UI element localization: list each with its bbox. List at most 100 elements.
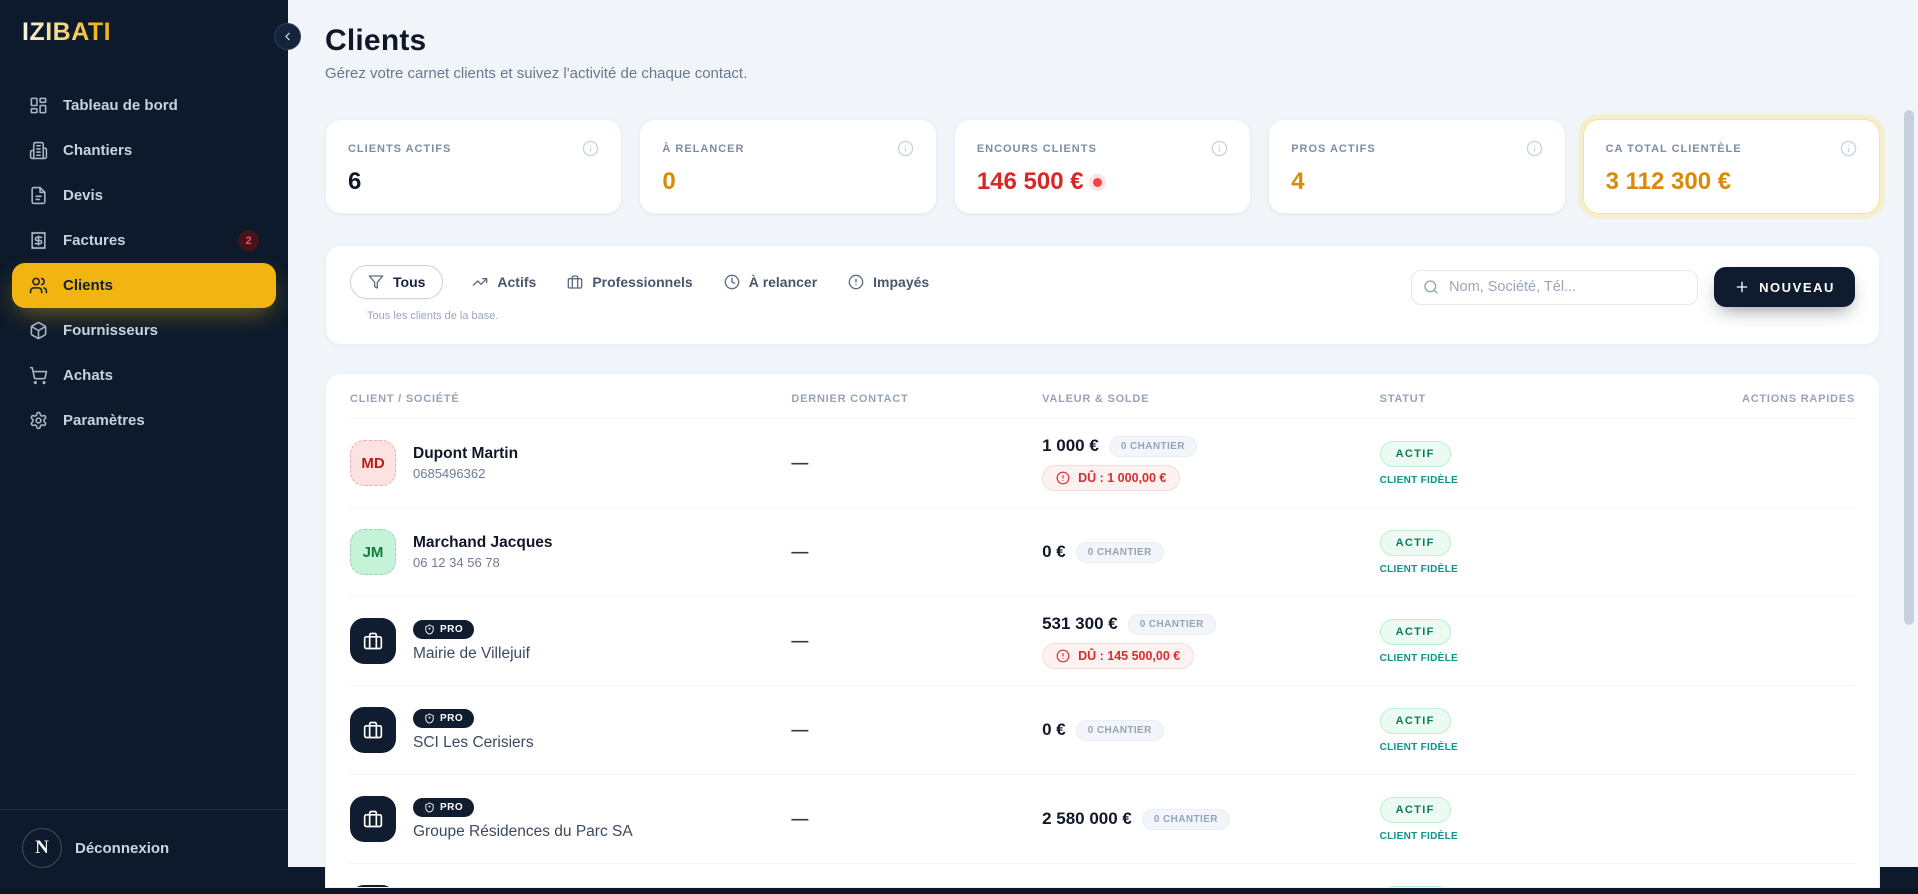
- search-input[interactable]: [1411, 270, 1698, 305]
- cart-icon: [29, 366, 48, 385]
- sidebar-item-label: Factures: [63, 232, 126, 249]
- client-cell: MD Dupont Martin 0685496362: [350, 440, 791, 486]
- sidebar-item-fournisseurs[interactable]: Fournisseurs: [12, 308, 276, 353]
- stat-value: 6: [348, 168, 599, 196]
- status-cell: ACTIF CLIENT FIDÈLE: [1380, 441, 1725, 486]
- last-contact-cell: —: [791, 542, 1042, 562]
- sidebar-item-label: Tableau de bord: [63, 97, 178, 114]
- status-cell: ACTIF CLIENT FIDÈLE: [1380, 797, 1725, 842]
- table-row[interactable]: ACTIF CLIENT FIDÈLE: [350, 863, 1855, 888]
- filter-tab-tous[interactable]: Tous: [350, 265, 443, 299]
- filter-tabs-block: Tous Actifs Professionnels À relancer Impayé…: [350, 265, 931, 322]
- client-name: Mairie de Villejuif: [413, 645, 530, 663]
- receipt-icon: [29, 231, 48, 250]
- client-cell: PRO Groupe Résidences du Parc SA: [350, 796, 791, 842]
- scrollbar-thumb[interactable]: [1904, 110, 1914, 625]
- sidebar-item-chantiers[interactable]: Chantiers: [12, 128, 276, 173]
- new-client-button[interactable]: NOUVEAU: [1714, 267, 1855, 307]
- filter-tab-label: À relancer: [749, 274, 817, 290]
- filter-tab-impay-s[interactable]: Impayés: [846, 266, 931, 298]
- filter-tabs: Tous Actifs Professionnels À relancer Impayé…: [350, 265, 931, 299]
- sidebar-item-label: Devis: [63, 187, 103, 204]
- stat-card-ca-total-client-le: CA TOTAL CLIENTÈLE 3 112 300 €: [1583, 119, 1880, 214]
- value-cell: 531 300 € 0 CHANTIER DÛ : 145 500,00 €: [1042, 614, 1380, 669]
- alert-circle-icon: [1056, 471, 1070, 485]
- filter-tab-actifs[interactable]: Actifs: [470, 266, 538, 298]
- stat-card-top: CA TOTAL CLIENTÈLE: [1606, 140, 1857, 157]
- stat-cards-row: CLIENTS ACTIFS 6 À RELANCER 0 ENCOURS CL…: [325, 119, 1880, 214]
- client-name: Groupe Résidences du Parc SA: [413, 823, 633, 841]
- pro-badge: PRO: [413, 798, 474, 817]
- sidebar-collapse-button[interactable]: [274, 23, 301, 50]
- status-badge: ACTIF: [1380, 619, 1451, 645]
- table-row[interactable]: PRO Groupe Résidences du Parc SA — 2 580…: [350, 774, 1855, 863]
- main-content: Clients Gérez votre carnet clients et su…: [288, 0, 1918, 894]
- last-contact-cell: —: [791, 453, 1042, 473]
- package-icon: [29, 321, 48, 340]
- stat-card-top: ENCOURS CLIENTS: [977, 140, 1228, 157]
- alert-circle-icon: [1056, 649, 1070, 663]
- sidebar-item-param-tres[interactable]: Paramètres: [12, 398, 276, 443]
- client-value: 1 000 €: [1042, 436, 1099, 456]
- stat-card-encours-clients: ENCOURS CLIENTS 146 500 €: [954, 119, 1251, 214]
- sidebar-item-devis[interactable]: Devis: [12, 173, 276, 218]
- info-icon: [1211, 140, 1228, 157]
- filter-tab-professionnels[interactable]: Professionnels: [565, 266, 694, 298]
- table-row[interactable]: MD Dupont Martin 0685496362 — 1 000 € 0 …: [350, 418, 1855, 507]
- sidebar-item-factures[interactable]: Factures2: [12, 218, 276, 263]
- trending-up-icon: [472, 274, 488, 290]
- users-icon: [29, 276, 48, 295]
- search-wrap: [1411, 270, 1698, 305]
- client-name: Marchand Jacques: [413, 534, 553, 552]
- page-title: Clients: [325, 24, 1880, 58]
- sidebar-item-tableau-de-bord[interactable]: Tableau de bord: [12, 83, 276, 128]
- value-cell: 2 580 000 € 0 CHANTIER: [1042, 809, 1380, 830]
- table-row[interactable]: JM Marchand Jacques 06 12 34 56 78 — 0 €…: [350, 507, 1855, 596]
- loyalty-label: CLIENT FIDÈLE: [1380, 475, 1725, 486]
- briefcase-icon: [363, 809, 383, 829]
- shield-icon: [424, 802, 435, 813]
- status-badge: ACTIF: [1380, 441, 1451, 467]
- loyalty-label: CLIENT FIDÈLE: [1380, 564, 1725, 575]
- client-cell: PRO Mairie de Villejuif: [350, 618, 791, 664]
- loyalty-label: CLIENT FIDÈLE: [1380, 831, 1725, 842]
- stat-label: À RELANCER: [662, 143, 744, 155]
- logout-button[interactable]: N Déconnexion: [0, 809, 288, 894]
- client-value: 2 580 000 €: [1042, 809, 1132, 829]
- table-body: MD Dupont Martin 0685496362 — 1 000 € 0 …: [350, 418, 1855, 888]
- sidebar-item-achats[interactable]: Achats: [12, 353, 276, 398]
- table-row[interactable]: PRO Mairie de Villejuif — 531 300 € 0 CH…: [350, 596, 1855, 685]
- column-header: CLIENT / SOCIÉTÉ: [350, 393, 791, 405]
- client-name: SCI Les Cerisiers: [413, 734, 534, 752]
- clients-table: CLIENT / SOCIÉTÉDERNIER CONTACTVALEUR & …: [325, 373, 1880, 888]
- filter-tab--relancer[interactable]: À relancer: [722, 266, 819, 298]
- shield-icon: [424, 713, 435, 724]
- plus-icon: [1734, 279, 1750, 295]
- client-cell: JM Marchand Jacques 06 12 34 56 78: [350, 529, 791, 575]
- filter-toolbar: Tous Actifs Professionnels À relancer Impayé…: [325, 245, 1880, 345]
- due-badge: DÛ : 1 000,00 €: [1042, 465, 1180, 491]
- filter-icon: [368, 274, 384, 290]
- stat-card-clients-actifs: CLIENTS ACTIFS 6: [325, 119, 622, 214]
- table-row[interactable]: PRO SCI Les Cerisiers — 0 € 0 CHANTIER A…: [350, 685, 1855, 774]
- new-client-label: NOUVEAU: [1759, 280, 1835, 295]
- clock-icon: [724, 274, 740, 290]
- file-icon: [29, 186, 48, 205]
- stat-card-top: À RELANCER: [662, 140, 913, 157]
- sidebar-item-clients[interactable]: Clients: [12, 263, 276, 308]
- sidebar: IZIBATI Tableau de bordChantiersDevisFac…: [0, 0, 288, 894]
- client-identity: PRO Groupe Résidences du Parc SA: [413, 798, 633, 841]
- filter-tab-label: Impayés: [873, 274, 929, 290]
- bottom-strip: [0, 888, 1918, 894]
- briefcase-icon: [363, 720, 383, 740]
- table-header-row: CLIENT / SOCIÉTÉDERNIER CONTACTVALEUR & …: [350, 374, 1855, 418]
- stat-card-top: CLIENTS ACTIFS: [348, 140, 599, 157]
- status-cell: ACTIF CLIENT FIDÈLE: [1380, 708, 1725, 753]
- client-identity: Dupont Martin 0685496362: [413, 445, 518, 481]
- chantier-count-badge: 0 CHANTIER: [1076, 542, 1164, 563]
- search-icon: [1423, 279, 1439, 295]
- stat-card-top: PROS ACTIFS: [1291, 140, 1542, 157]
- stat-label: CLIENTS ACTIFS: [348, 143, 451, 155]
- client-name: Dupont Martin: [413, 445, 518, 463]
- company-avatar: [350, 707, 396, 753]
